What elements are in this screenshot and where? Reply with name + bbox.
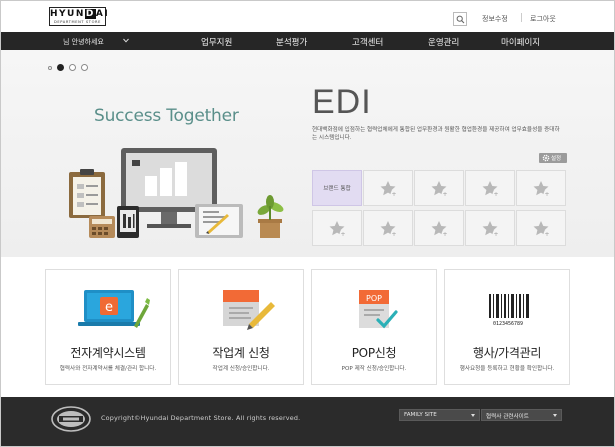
user-greeting[interactable]: 님 안녕하세요 (63, 37, 104, 47)
header: HYUNDAI DEPARTMENT STORE 정보수정 로그아웃 (1, 1, 614, 32)
settings-button[interactable]: 설정 (539, 153, 567, 163)
brand-integration-tile[interactable]: 브랜드 통합 (312, 170, 362, 206)
util-divider (521, 13, 522, 22)
copyright-text: Copyright©Hyundai Department Store. All … (101, 414, 301, 422)
card-event-price[interactable]: 0123456789 행사/가격관리 행사요청을 등록하고 현황을 확인합니다. (444, 269, 570, 385)
barcode-icon: 0123456789 (489, 294, 529, 327)
favorite-tile[interactable]: + (516, 170, 566, 206)
favorite-tile[interactable]: + (414, 170, 464, 206)
plant-icon (257, 195, 284, 238)
partner-site-label: 협력사 관련사이트 (486, 414, 529, 420)
nav-item-mypage[interactable]: 마이페이지 (501, 36, 540, 48)
contract-laptop-icon: e (78, 290, 150, 328)
card-electronic-contract[interactable]: e 전자계약시스템 협력사와 전자계약서를 체결/관리 합니다. (45, 269, 171, 385)
hyundai-logo[interactable]: HYUNDAI DEPARTMENT STORE (49, 7, 110, 26)
document-pen-icon (223, 290, 275, 330)
hero-description: 현대백화점에 입점하는 협력업체에게 통합된 업무환경과 원활한 협업환경을 제… (312, 127, 560, 141)
logo-wordmark: HYUNDAI (50, 9, 110, 19)
footer: Copyright©Hyundai Department Store. All … (1, 397, 614, 446)
search-icon (456, 15, 465, 24)
slide-prev-dot[interactable] (48, 66, 52, 70)
search-button[interactable] (453, 12, 467, 26)
svg-text:+: + (493, 231, 498, 238)
partner-site-select[interactable]: 협력사 관련사이트 (481, 409, 562, 421)
star-add-icon: + (482, 181, 500, 198)
nav-item-customer-center[interactable]: 고객센터 (352, 36, 383, 48)
favorite-tile[interactable]: + (465, 170, 515, 206)
card-description: 협력사와 전자계약서를 체결/관리 합니다. (59, 366, 157, 372)
star-add-icon: + (533, 221, 551, 238)
card-description: POP 제작 신청/승인합니다. (341, 366, 407, 372)
dropdown-arrow-icon (471, 414, 475, 417)
brand-tile-label: 브랜드 통합 (323, 186, 351, 192)
card-title: 작업계 신청 (212, 346, 270, 360)
svg-text:+: + (340, 231, 345, 238)
slide-dot-1[interactable] (57, 64, 64, 71)
svg-text:+: + (544, 191, 549, 198)
nav-item-operations[interactable]: 운영관리 (428, 36, 459, 48)
star-add-icon: + (533, 181, 551, 198)
settings-label: 설정 (551, 156, 562, 162)
mobile-phone-icon (117, 206, 139, 238)
slide-dot-2[interactable] (69, 64, 76, 71)
edit-profile-link[interactable]: 정보수정 (482, 14, 508, 24)
favorite-tile[interactable]: + (363, 210, 413, 246)
logout-link[interactable]: 로그아웃 (530, 14, 556, 24)
svg-text:e: e (105, 300, 113, 315)
gear-icon (542, 154, 550, 162)
favorite-tile[interactable]: + (414, 210, 464, 246)
svg-text:0123456789: 0123456789 (493, 321, 523, 327)
page-frame: HYUNDAI DEPARTMENT STORE 정보수정 로그아웃 님 안녕하… (0, 0, 615, 447)
svg-text:POP: POP (366, 294, 382, 303)
hero-tagline: Success Together (94, 106, 239, 126)
card-description: 행사요청을 등록하고 현황을 확인합니다. (459, 366, 555, 372)
card-title: POP신청 (351, 346, 397, 360)
family-site-select[interactable]: FAMILY SITE (399, 409, 480, 421)
star-add-icon: + (431, 221, 449, 238)
star-add-icon: + (329, 221, 347, 238)
svg-text:+: + (442, 191, 447, 198)
card-pop-request[interactable]: POP POP신청 POP 제작 신청/승인합니다. (311, 269, 437, 385)
was-emblem-icon (51, 406, 91, 432)
family-site-label: FAMILY SITE (404, 412, 437, 418)
nav-item-analysis[interactable]: 분석평가 (276, 36, 307, 48)
card-title: 전자계약시스템 (70, 346, 146, 360)
star-add-icon: + (482, 221, 500, 238)
hero-illustration (69, 148, 284, 238)
star-add-icon: + (431, 181, 449, 198)
svg-text:+: + (442, 231, 447, 238)
favorite-tile[interactable]: + (312, 210, 362, 246)
clipboard-icon (69, 169, 105, 218)
svg-text:+: + (391, 191, 396, 198)
favorite-tile[interactable]: + (516, 210, 566, 246)
star-add-icon: + (380, 221, 398, 238)
slide-dot-3[interactable] (81, 64, 88, 71)
main-nav: 님 안녕하세요 업무지원 분석평가 고객센터 운영관리 마이페이지 (1, 32, 614, 50)
nav-item-business-support[interactable]: 업무지원 (201, 36, 232, 48)
calculator-icon (89, 216, 115, 238)
svg-text:+: + (391, 231, 396, 238)
card-work-request[interactable]: 작업계 신청 작업계 신청/승인합니다. (178, 269, 304, 385)
favorite-tile[interactable]: + (363, 170, 413, 206)
card-title: 행사/가격관리 (472, 346, 542, 360)
favorite-tile[interactable]: + (465, 210, 515, 246)
pop-sign-check-icon: POP (359, 290, 398, 329)
dropdown-arrow-icon (553, 414, 557, 417)
svg-text:+: + (493, 191, 498, 198)
logo-subtitle: DEPARTMENT STORE (54, 20, 101, 24)
tablet-icon (195, 204, 243, 238)
svg-text:+: + (544, 231, 549, 238)
hero-title: EDI (312, 83, 372, 121)
card-description: 작업계 신청/승인합니다. (212, 366, 270, 372)
star-add-icon: + (380, 181, 398, 198)
chevron-down-icon[interactable] (123, 38, 129, 43)
hero-banner: Success Together EDI 현대백화점에 입점하는 협력업체에게 … (1, 50, 614, 257)
